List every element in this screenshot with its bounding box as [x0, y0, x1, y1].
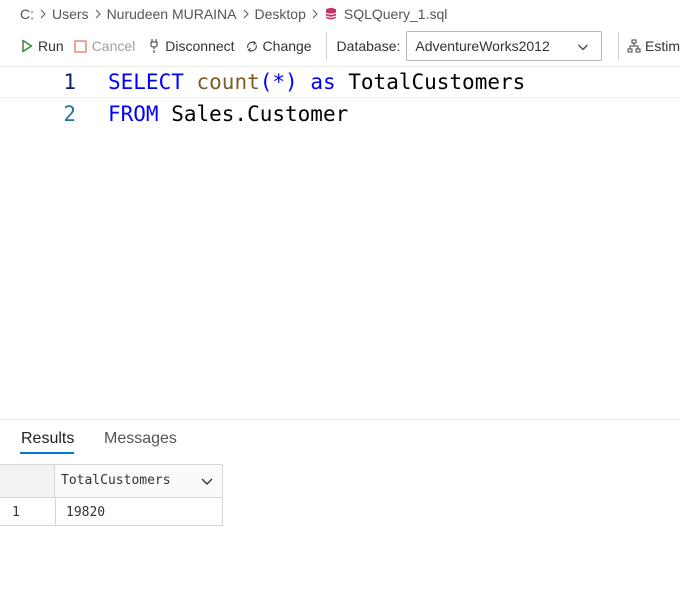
change-connection-button[interactable]: Change [241, 32, 316, 60]
active-tab-indicator [20, 452, 74, 454]
sql-identifier: Sales.Customer [158, 102, 349, 126]
toolbar-divider [618, 32, 619, 60]
table-row[interactable]: 1 19820 [0, 498, 223, 526]
tab-results[interactable]: Results [21, 430, 74, 448]
code-line-2[interactable]: FROM Sales.Customer [108, 102, 348, 126]
breadcrumb-drive[interactable]: C: [20, 6, 34, 22]
run-button[interactable]: Run [16, 32, 68, 60]
plan-tree-icon [627, 39, 641, 53]
query-editor[interactable]: 1 SELECT count(*) as TotalCustomers 2 FR… [0, 64, 680, 419]
database-value: AdventureWorks2012 [415, 38, 550, 54]
sql-identifier: TotalCustomers [335, 70, 526, 94]
code-line-1[interactable]: SELECT count(*) as TotalCustomers [108, 70, 525, 94]
grid-corner[interactable] [0, 465, 55, 497]
breadcrumb-desktop[interactable]: Desktop [255, 6, 306, 22]
sql-keyword: as [310, 70, 336, 94]
estimated-plan-button[interactable]: Estim [627, 32, 680, 60]
change-label: Change [262, 38, 312, 54]
disconnect-button[interactable]: Disconnect [143, 32, 238, 60]
database-select[interactable]: AdventureWorks2012 [406, 31, 603, 61]
row-number: 1 [12, 505, 20, 520]
query-toolbar: Run Cancel Disconnect Change Database: A… [0, 28, 680, 64]
disconnect-plug-icon [147, 39, 161, 53]
column-label: TotalCustomers [61, 473, 171, 488]
sql-punctuation: (*) [259, 70, 298, 94]
chevron-down-icon [577, 40, 589, 52]
cancel-button[interactable]: Cancel [70, 32, 140, 60]
table-cell[interactable]: 19820 [55, 498, 223, 525]
column-header-totalcustomers[interactable]: TotalCustomers [55, 465, 223, 497]
sql-keyword: FROM [108, 102, 159, 126]
breadcrumb-users[interactable]: Users [52, 6, 89, 22]
breadcrumb-file[interactable]: SQLQuery_1.sql [344, 6, 448, 22]
results-tabs: Results Messages [0, 420, 680, 458]
sql-function: count [196, 70, 260, 94]
breadcrumb: C: Users Nurudeen MURAINA Desktop SQLQue… [0, 0, 680, 28]
line-number: 1 [63, 70, 76, 94]
breadcrumb-chevron-icon [311, 7, 319, 22]
breadcrumb-chevron-icon [242, 7, 250, 22]
chevron-down-icon[interactable] [200, 474, 214, 488]
database-label: Database: [336, 38, 401, 54]
tab-messages[interactable]: Messages [104, 430, 177, 448]
disconnect-label: Disconnect [165, 38, 235, 54]
toolbar-divider [325, 32, 327, 60]
database-file-icon [324, 7, 338, 21]
grid-header: TotalCustomers [0, 464, 223, 498]
play-icon [20, 39, 34, 53]
sql-keyword: SELECT [108, 70, 184, 94]
editor-line[interactable]: 2 FROM Sales.Customer [0, 98, 680, 130]
line-number: 2 [63, 102, 76, 126]
cancel-label: Cancel [91, 38, 136, 54]
breadcrumb-user-folder[interactable]: Nurudeen MURAINA [107, 6, 237, 22]
estimated-plan-label: Estim [644, 38, 680, 54]
breadcrumb-chevron-icon [94, 7, 102, 22]
editor-line[interactable]: 1 SELECT count(*) as TotalCustomers [0, 66, 680, 98]
cell-value: 19820 [66, 505, 106, 520]
stop-icon [74, 39, 88, 53]
run-label: Run [38, 38, 64, 54]
breadcrumb-chevron-icon [39, 7, 47, 22]
change-connection-icon [245, 39, 259, 53]
